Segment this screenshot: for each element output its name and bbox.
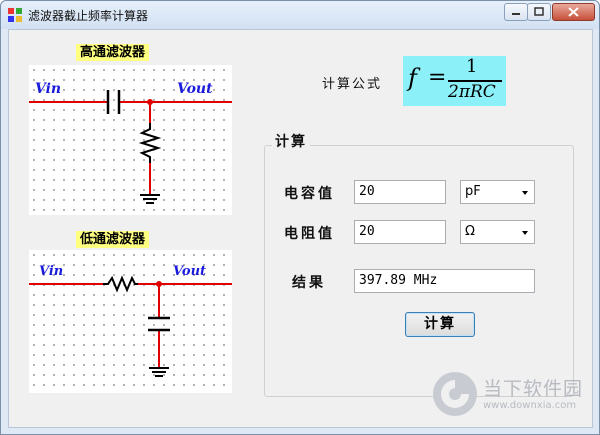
capacitance-label: 电容值 (284, 186, 335, 202)
restore-icon (534, 7, 544, 16)
chevron-down-icon (522, 191, 528, 195)
chevron-down-icon (522, 231, 528, 235)
close-button[interactable] (552, 3, 595, 21)
watermark: 当下软件园 www.downxia.com (433, 372, 583, 420)
vout-label: Vout (173, 264, 206, 279)
close-icon (568, 7, 579, 17)
ground-symbol (149, 367, 169, 377)
minimize-button[interactable] (504, 3, 528, 21)
capacitance-unit-value: pF (465, 184, 481, 199)
watermark-url: www.downxia.com (483, 400, 577, 411)
resistance-unit-select[interactable]: Ω (460, 220, 535, 244)
formula-lhs: f (408, 64, 417, 92)
vin-label: Vin (35, 81, 61, 97)
formula-numerator: 1 (466, 56, 478, 77)
app-icon (8, 8, 22, 22)
maximize-button[interactable] (527, 3, 551, 21)
junction-dot (156, 281, 162, 287)
junction-dot (147, 99, 153, 105)
watermark-logo-icon (433, 372, 477, 416)
resistance-input[interactable]: 20 (354, 220, 446, 244)
vin-label: Vin (39, 264, 63, 279)
capacitance-input[interactable]: 20 (354, 180, 446, 204)
capacitor-symbol (106, 90, 121, 114)
high-pass-circuit-diagram: Vin Vout (29, 65, 232, 215)
calc-group-title: 计算 (272, 131, 310, 151)
formula-equals: = (428, 65, 447, 90)
minimize-icon (512, 13, 520, 15)
result-label: 结果 (292, 275, 326, 291)
window-title: 滤波器截止频率计算器 (28, 9, 149, 23)
resistance-label: 电阻值 (284, 226, 335, 242)
result-output[interactable]: 397.89 MHz (354, 269, 535, 293)
formula-label: 计算公式 (322, 77, 383, 92)
title-bar[interactable]: 滤波器截止频率计算器 (1, 1, 599, 29)
capacitance-unit-select[interactable]: pF (460, 180, 535, 204)
watermark-text: 当下软件园 (483, 378, 584, 400)
high-pass-title: 高通滤波器 (76, 44, 150, 61)
resistance-unit-value: Ω (465, 224, 475, 239)
vout-label: Vout (177, 81, 213, 97)
low-pass-wires (29, 283, 232, 368)
capacitor-symbol (148, 316, 170, 332)
low-pass-circuit-diagram: Vin Vout (29, 250, 232, 393)
cutoff-formula: f = 1 2πRC (403, 56, 506, 106)
low-pass-title: 低通滤波器 (76, 231, 150, 248)
resistor-symbol (103, 275, 138, 293)
ground-symbol (140, 194, 160, 204)
calculate-button[interactable]: 计算 (405, 312, 475, 337)
high-pass-wires (29, 101, 232, 195)
resistor-symbol (138, 123, 162, 163)
formula-denominator: 2πRC (448, 82, 496, 102)
